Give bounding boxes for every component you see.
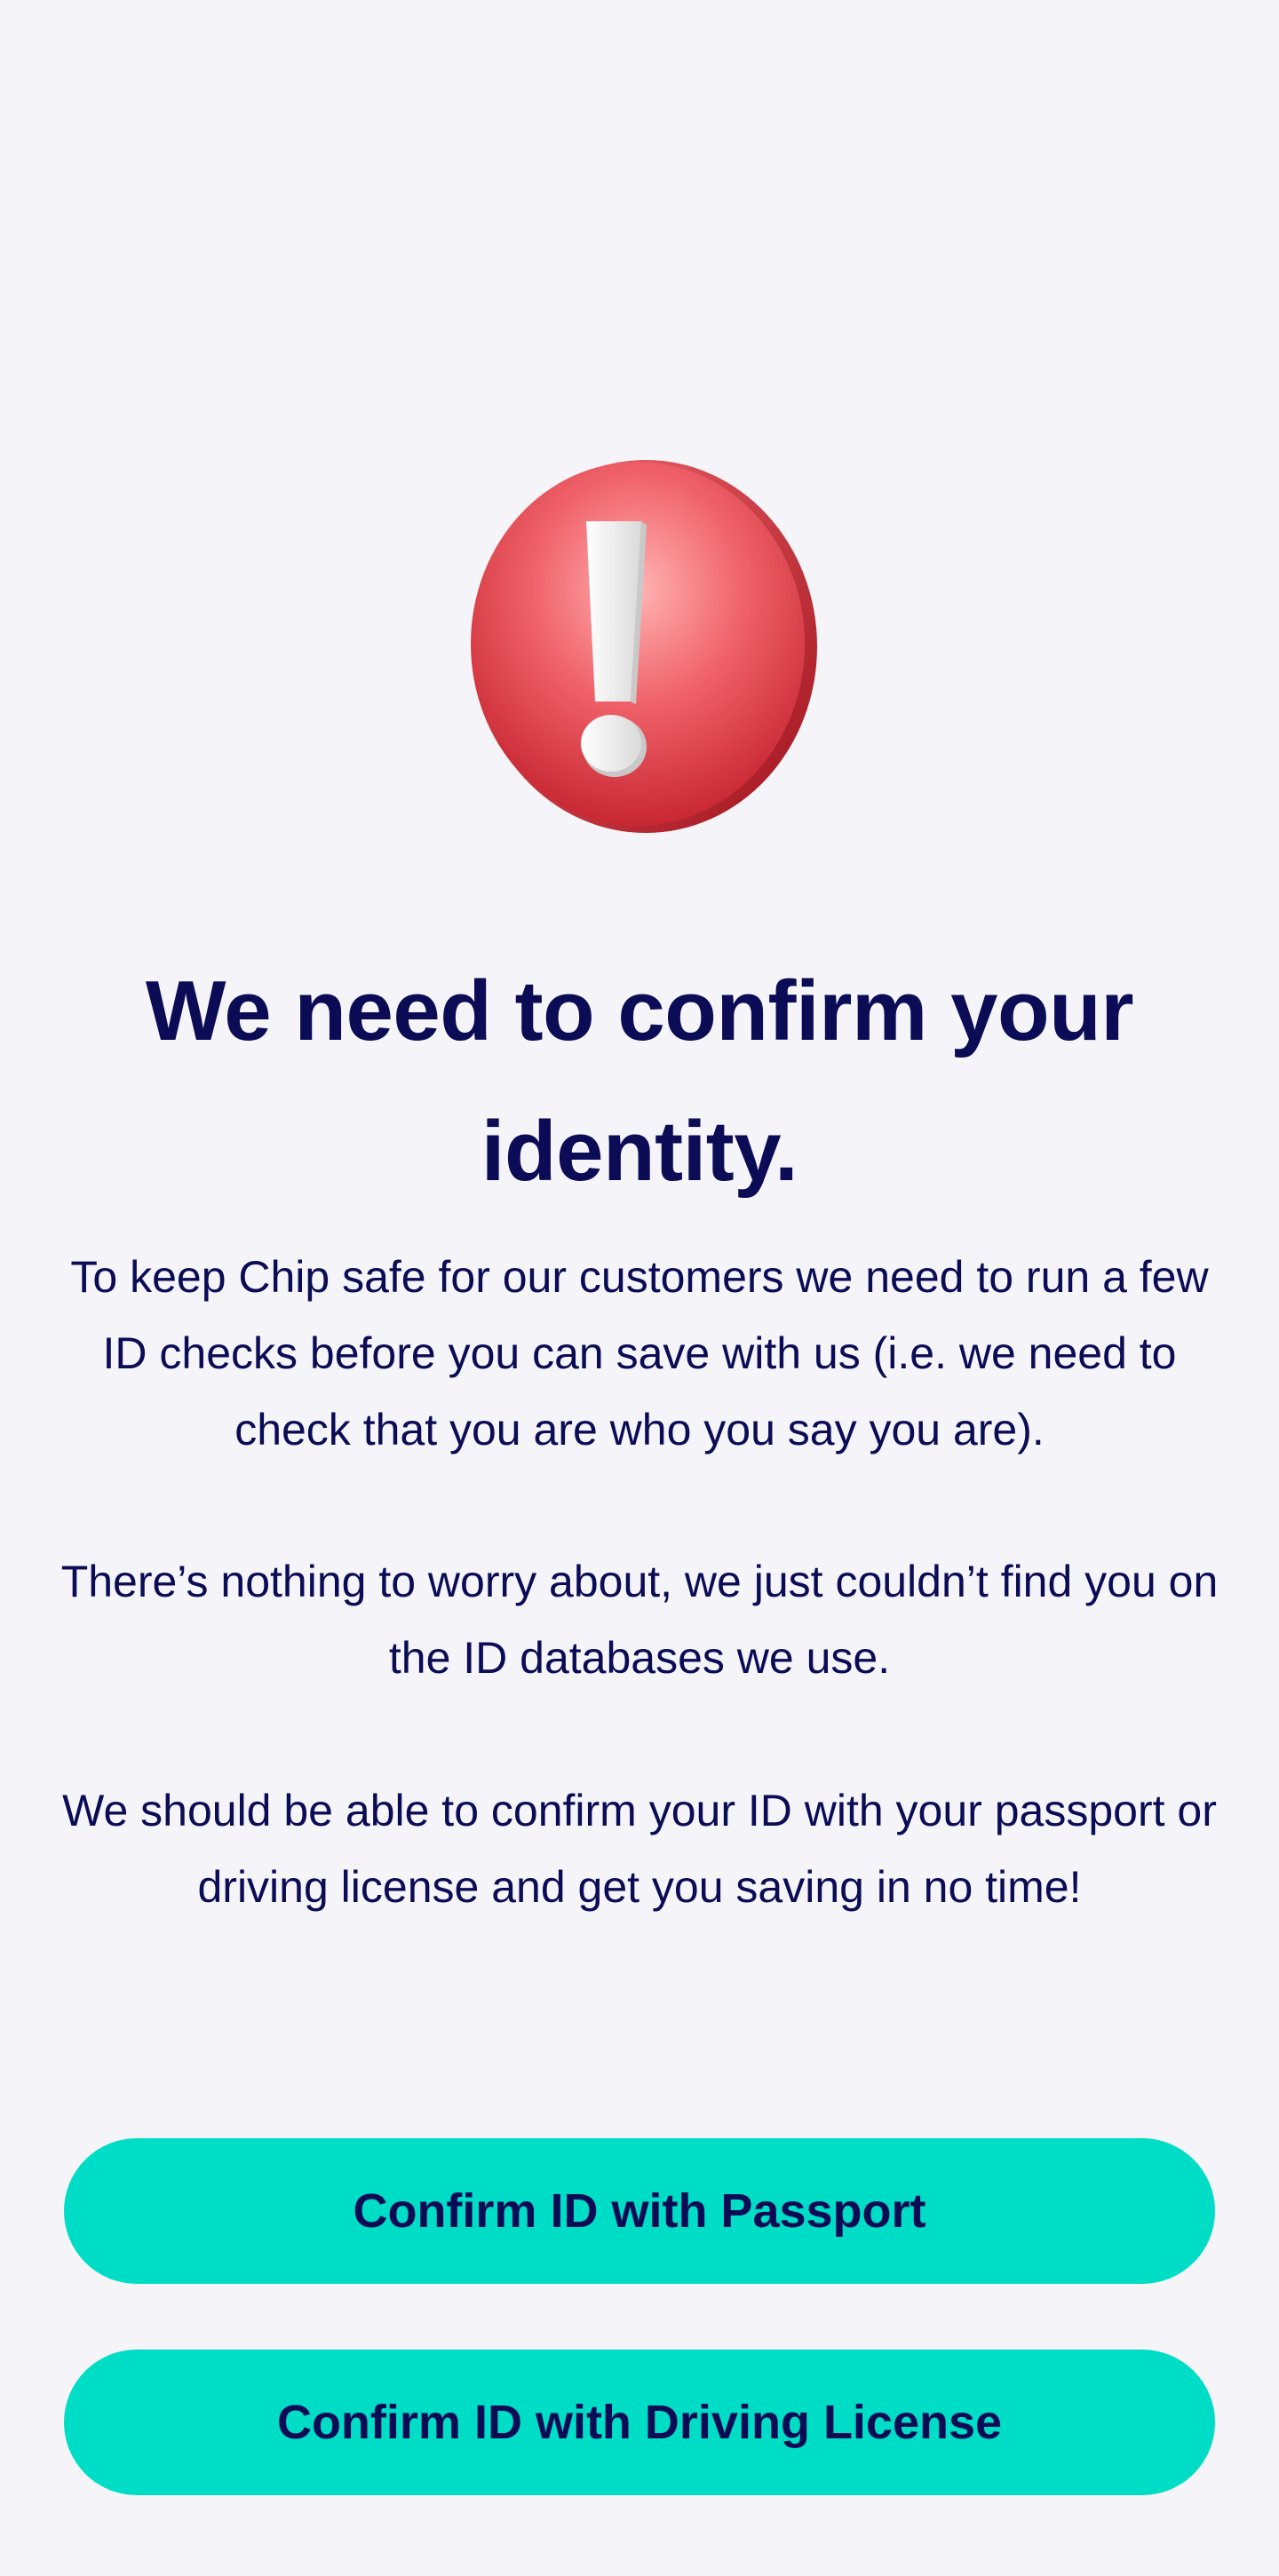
options-paragraph: We should be able to confirm your ID wit… — [62, 1786, 1217, 1912]
intro-paragraph: To keep Chip safe for our customers we n… — [70, 1252, 1209, 1454]
confirm-driving-license-button[interactable]: Confirm ID with Driving License — [64, 2350, 1215, 2495]
page-title: We need to confirm your identity. — [145, 963, 1134, 1199]
reassurance-paragraph: There’s nothing to worry about, we just … — [60, 1557, 1219, 1683]
confirm-passport-button[interactable]: Confirm ID with Passport — [64, 2138, 1215, 2284]
identity-check-screen: We need to confirm your identity. To kee… — [0, 0, 1279, 2576]
exclamation-alert-icon — [471, 460, 817, 833]
